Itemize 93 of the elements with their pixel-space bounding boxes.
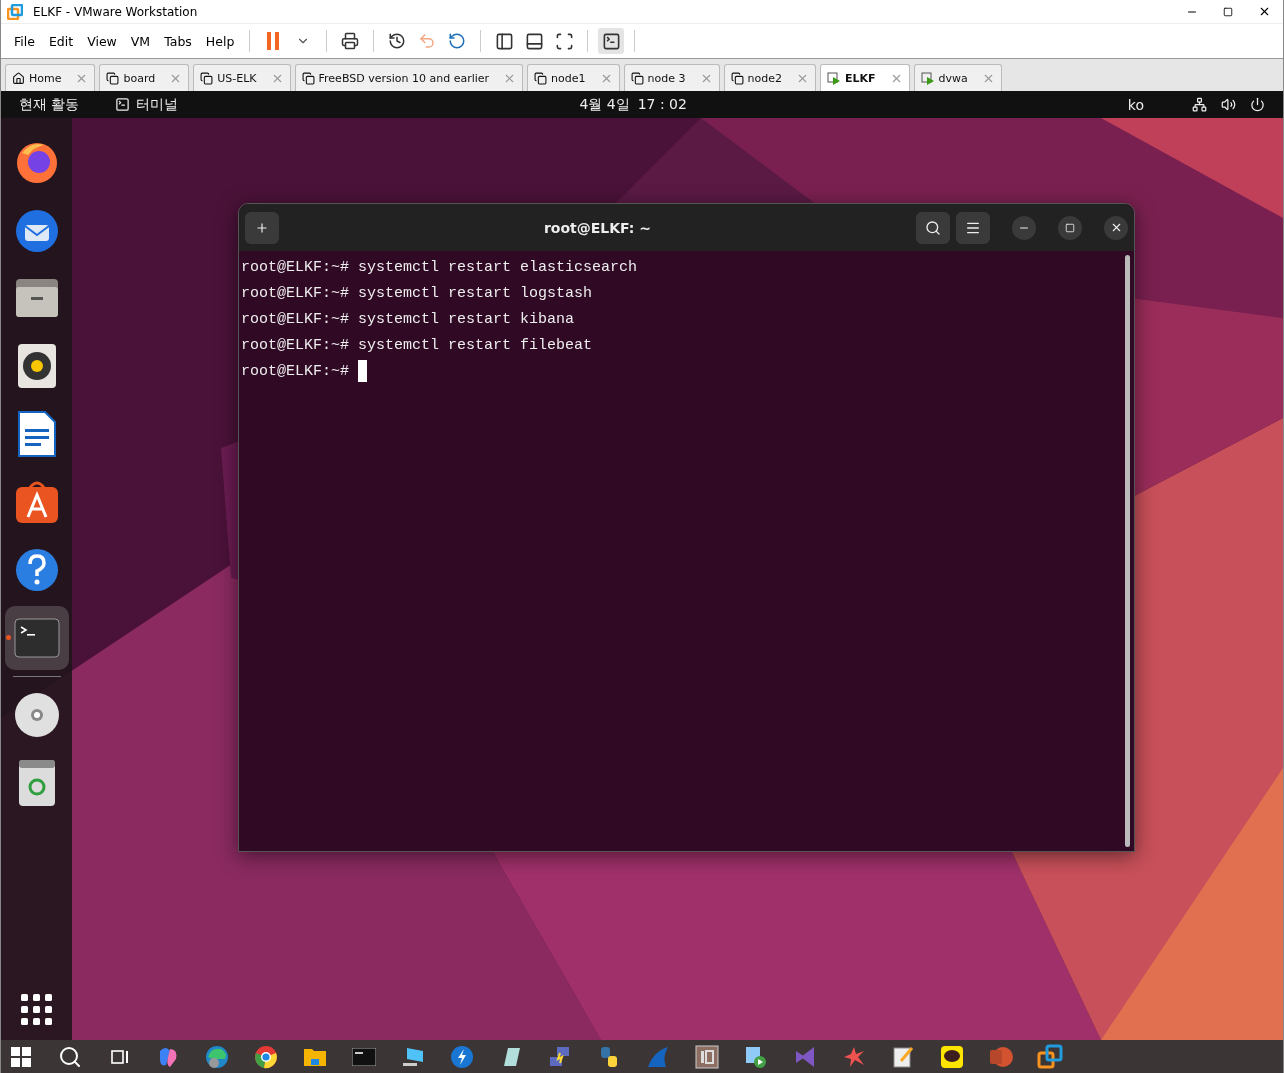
menu-button[interactable] — [956, 211, 990, 244]
tab[interactable]: US-ELK — [193, 64, 291, 91]
search-icon — [925, 219, 941, 236]
vm-icon — [200, 71, 214, 85]
menu-item[interactable]: VM — [125, 31, 156, 51]
terminal-prompt: root@ELKF:~# — [241, 363, 351, 380]
terminal-line: root@ELKF:~# systemctl restart kibana — [241, 310, 576, 330]
tab[interactable]: node 3 — [623, 64, 720, 91]
menu-item[interactable]: File — [9, 31, 40, 51]
console-icon — [351, 1047, 376, 1066]
terminal-icon — [13, 618, 60, 658]
menu-item[interactable]: Help — [200, 31, 240, 51]
panel-bottom-icon — [524, 31, 544, 51]
new-tab-button[interactable] — [245, 211, 279, 244]
block-icon — [694, 1044, 719, 1069]
terminal-line: root@ELKF:~# systemctl restart filebeat — [241, 336, 594, 356]
vm-icon — [630, 71, 644, 85]
tab[interactable]: Home — [5, 64, 96, 91]
edge-taskbar-button[interactable] — [203, 1043, 230, 1070]
scrollbar[interactable] — [1125, 255, 1130, 847]
edge-icon — [204, 1044, 229, 1069]
menu-item[interactable]: Edit — [43, 31, 79, 51]
pencil-note-icon — [890, 1044, 915, 1069]
app-menu[interactable]: 터미널 — [136, 95, 179, 114]
terminal-icon — [115, 97, 131, 112]
maximize-button[interactable] — [1058, 215, 1082, 240]
text-cursor — [358, 360, 368, 383]
block-taskbar-button[interactable] — [693, 1043, 720, 1070]
input-method[interactable]: ko — [1127, 96, 1144, 113]
vm-icon — [534, 71, 548, 85]
tab[interactable]: board — [99, 64, 190, 91]
vm-icon — [106, 71, 120, 85]
menu-item[interactable]: View — [82, 31, 122, 51]
chrome-icon — [253, 1044, 278, 1069]
table-play-icon — [743, 1044, 768, 1069]
folder-icon — [302, 1046, 327, 1067]
rhythmbox-icon — [16, 343, 57, 389]
fullscreen-icon — [554, 31, 574, 51]
terminal-line: root@ELKF:~# systemctl restart logstash — [241, 284, 594, 304]
files-icon — [13, 277, 60, 319]
terminal-line: root@ELKF:~# systemctl restart elasticsearch — [241, 258, 639, 278]
help-icon — [13, 547, 60, 593]
lightning-taskbar-button[interactable] — [448, 1043, 475, 1070]
tab[interactable]: node2 — [723, 64, 816, 91]
plus-icon — [255, 220, 269, 235]
disc-icon — [13, 692, 60, 738]
printer-icon — [341, 32, 360, 50]
network-icon[interactable] — [1192, 97, 1207, 112]
volume-icon[interactable] — [1221, 97, 1236, 112]
search-icon — [57, 1044, 82, 1069]
monitor-icon — [400, 1045, 425, 1068]
terminal-title: root@ELKF: ~ — [542, 219, 653, 236]
running-vm-icon — [920, 71, 935, 85]
app-logo-icon — [7, 3, 23, 20]
console-view-button[interactable] — [598, 28, 625, 54]
minimize-button[interactable] — [1012, 215, 1036, 240]
chat-icon — [939, 1044, 964, 1069]
running-vm-icon — [826, 71, 841, 85]
menu-item[interactable]: Tabs — [159, 31, 197, 51]
squares-taskbar-button[interactable] — [1036, 1043, 1063, 1070]
rotate-icon — [448, 32, 467, 50]
close-button[interactable] — [1104, 215, 1128, 240]
activities-button[interactable]: 현재 활동 — [19, 95, 80, 114]
revert-icon — [418, 32, 437, 50]
tab[interactable]: ELKF — [819, 64, 910, 91]
network-icon — [547, 1044, 572, 1069]
trash-icon — [17, 759, 56, 807]
squares-icon — [1036, 1043, 1063, 1070]
power-icon[interactable] — [1250, 97, 1265, 112]
pause-icon — [266, 32, 281, 50]
window-title: ELKF - VMware Workstation — [33, 4, 199, 19]
maximize-icon — [1065, 222, 1075, 233]
maximize-icon — [1223, 6, 1233, 17]
fin-icon — [645, 1044, 670, 1069]
writer-icon — [16, 411, 57, 457]
panel-left-icon — [494, 31, 514, 51]
chat-taskbar-button[interactable] — [938, 1043, 965, 1070]
clock[interactable]: 17 : 02 — [637, 95, 687, 114]
tab[interactable]: FreeBSD version 10 and earlier — [294, 64, 524, 91]
search-button[interactable] — [916, 211, 950, 244]
slides-icon — [987, 1044, 1014, 1069]
vm-icon — [301, 71, 315, 85]
lightning-icon — [449, 1044, 474, 1069]
chrome-taskbar-button[interactable] — [252, 1043, 279, 1070]
vm-icon — [730, 71, 744, 85]
clock-icon — [388, 32, 407, 50]
windows-icon — [10, 1046, 31, 1067]
tab[interactable]: dvwa — [913, 64, 1002, 91]
appcenter-icon — [13, 479, 60, 525]
terminal-icon — [601, 31, 621, 51]
date[interactable]: 4월 4일 — [579, 95, 630, 114]
tab[interactable]: node1 — [527, 64, 620, 91]
home-icon — [12, 71, 25, 85]
